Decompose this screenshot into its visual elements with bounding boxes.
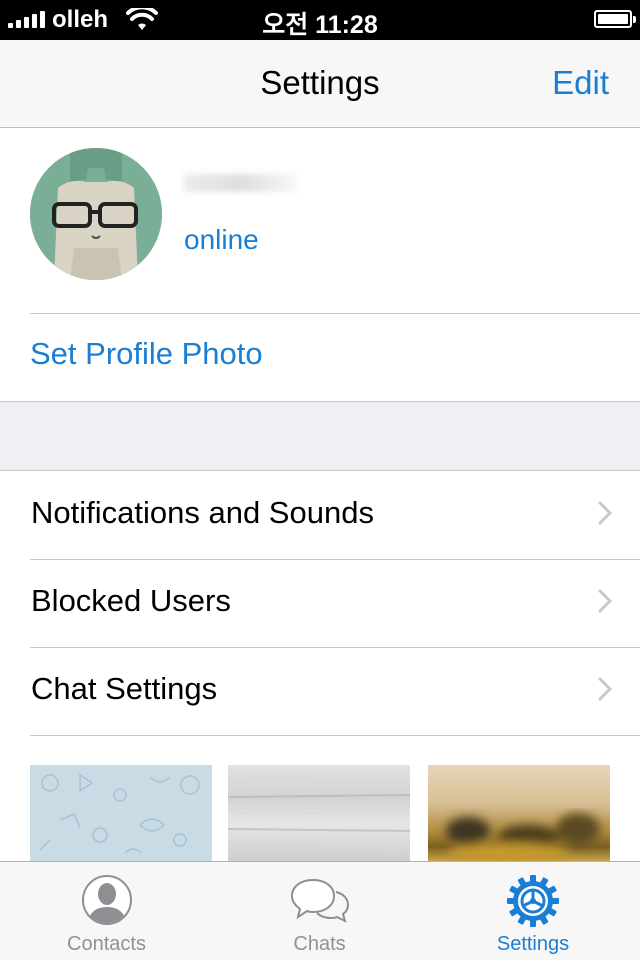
menu-item-blocked-users[interactable]: Blocked Users [0, 559, 640, 647]
set-profile-photo-button[interactable]: Set Profile Photo [30, 336, 263, 372]
wallpaper-thumbnail-pattern[interactable] [30, 765, 212, 861]
wallpaper-picker [0, 765, 640, 863]
chats-icon [213, 874, 426, 930]
wallpaper-thumbnail-wood[interactable] [227, 765, 411, 861]
profile-header: online [0, 128, 640, 313]
menu-item-label: Chat Settings [31, 671, 218, 706]
edit-button[interactable]: Edit [552, 64, 609, 102]
settings-gear-icon [426, 874, 640, 930]
status-time: 오전 11:28 [262, 11, 378, 39]
divider [30, 735, 640, 736]
menu-item-notifications-and-sounds[interactable]: Notifications and Sounds [0, 471, 640, 559]
tab-chats[interactable]: Chats [213, 862, 426, 961]
menu-item-label: Notifications and Sounds [31, 495, 374, 530]
section-spacer [0, 401, 640, 471]
tab-bar: Contacts Chats Settings [0, 861, 640, 960]
tab-label: Settings [496, 933, 570, 955]
wallpaper-thumbnail-blurred-photo[interactable] [428, 765, 610, 863]
chevron-right-icon [598, 501, 612, 530]
battery-icon [594, 10, 636, 28]
tab-label: Chats [293, 933, 346, 955]
tab-settings[interactable]: Settings [426, 862, 640, 961]
status-bar: olleh 오전 11:28 [0, 0, 640, 40]
profile-status: online [184, 224, 259, 255]
chevron-right-icon [598, 589, 612, 618]
tab-contacts[interactable]: Contacts [0, 862, 213, 961]
tab-label: Contacts [67, 933, 146, 955]
contacts-icon [0, 874, 213, 930]
profile-name-redacted [184, 174, 296, 192]
divider [30, 313, 640, 314]
navigation-bar: Settings Edit [0, 40, 640, 128]
avatar[interactable] [30, 148, 162, 280]
page-title: Settings [260, 64, 380, 101]
menu-item-label: Blocked Users [31, 583, 231, 618]
menu-item-chat-settings[interactable]: Chat Settings [0, 647, 640, 735]
chevron-right-icon [598, 677, 612, 706]
